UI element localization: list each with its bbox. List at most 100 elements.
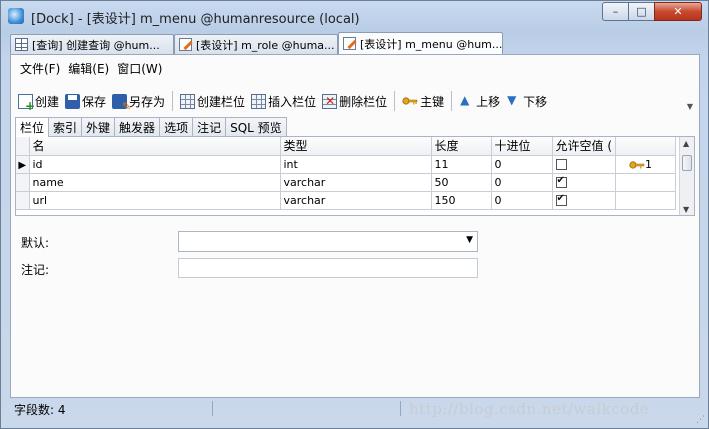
menu-file[interactable]: 文件(F) — [16, 58, 64, 80]
field-decimals-cell[interactable]: 0 — [491, 191, 553, 210]
default-label: 默认: — [21, 236, 50, 250]
insert-field-button[interactable]: 插入栏位 — [248, 91, 319, 112]
table-row[interactable]: name varchar 50 0 — [16, 173, 676, 192]
field-name-cell[interactable]: name — [29, 173, 281, 192]
save-label: 保存 — [82, 94, 107, 109]
allow-null-checkbox[interactable] — [555, 193, 567, 206]
allow-null-checkbox[interactable] — [555, 159, 567, 170]
doc-tab-m-menu[interactable]: [表设计] m_menu @hum... — [338, 32, 503, 54]
field-type-cell[interactable]: varchar — [280, 173, 432, 192]
comment-label: 注记: — [21, 263, 50, 277]
primary-key-button[interactable]: 主键 — [399, 91, 447, 112]
allow-null-cell[interactable] — [552, 191, 616, 210]
arrow-up-icon — [459, 93, 474, 109]
app-logo-icon — [8, 8, 24, 24]
save-as-icon — [112, 93, 131, 113]
key-cell[interactable] — [615, 173, 676, 192]
doc-tab-m-role[interactable]: [表设计] m_role @huma... — [174, 34, 338, 54]
grid-icon — [15, 38, 28, 51]
tab-foreign-keys[interactable]: 外键 — [81, 117, 116, 136]
tab-indexes[interactable]: 索引 — [48, 117, 83, 136]
toolbar: 创建 保存 另存为 创建栏位 插入栏位 删除栏位 — [15, 88, 697, 114]
chevron-down-icon[interactable]: ▼ — [466, 235, 473, 245]
toolbar-overflow-icon[interactable]: ▼ — [687, 102, 693, 111]
menu-window[interactable]: 窗口(W) — [113, 58, 166, 80]
current-row-indicator: ▶ — [16, 155, 30, 174]
field-type-cell[interactable]: varchar — [280, 191, 432, 210]
tab-comment[interactable]: 注记 — [192, 117, 227, 136]
minimize-button[interactable]: – — [602, 2, 629, 21]
key-cell[interactable] — [615, 191, 676, 210]
scroll-thumb[interactable] — [682, 155, 692, 171]
window-title: [Dock] - [表设计] m_menu @humanresource (lo… — [31, 12, 360, 27]
maximize-button[interactable]: □ — [628, 2, 655, 21]
tab-triggers[interactable]: 触发器 — [114, 117, 161, 136]
move-up-button[interactable]: 上移 — [456, 91, 503, 112]
field-length-cell[interactable]: 150 — [431, 191, 492, 210]
watermark: http://blog.csdn.net/walkcode — [409, 400, 650, 418]
save-as-button[interactable]: 另存为 — [109, 91, 168, 113]
toolbar-separator — [172, 91, 174, 111]
field-name-cell[interactable]: id — [29, 155, 281, 174]
tab-fields[interactable]: 栏位 — [15, 117, 50, 137]
close-button[interactable]: ✕ — [654, 2, 702, 21]
insert-field-icon — [251, 93, 267, 109]
save-button[interactable]: 保存 — [62, 91, 109, 112]
column-header-type[interactable]: 类型 — [280, 137, 432, 156]
column-header-decimals[interactable]: 十进位 — [491, 137, 553, 156]
delete-field-label: 删除栏位 — [339, 94, 388, 109]
delete-field-icon — [322, 93, 338, 109]
row-indicator — [16, 191, 30, 210]
add-field-icon — [180, 93, 196, 109]
move-down-button[interactable]: 下移 — [503, 91, 550, 112]
tab-options[interactable]: 选项 — [159, 117, 194, 136]
status-divider — [212, 401, 213, 416]
key-cell[interactable]: 1 — [615, 155, 676, 174]
default-select[interactable]: ▼ — [178, 231, 478, 252]
table-row[interactable]: url varchar 150 0 — [16, 191, 676, 210]
create-button[interactable]: 创建 — [15, 91, 62, 113]
document-tabs: [查询] 创建查询 @hum... [表设计] m_role @huma... … — [10, 32, 700, 54]
row-header-corner — [16, 137, 30, 156]
column-header-length[interactable]: 长度 — [431, 137, 492, 156]
scroll-up-icon[interactable]: ▲ — [683, 139, 689, 148]
field-name-cell[interactable]: url — [29, 191, 281, 210]
move-down-label: 下移 — [523, 94, 548, 109]
column-header-key[interactable] — [615, 137, 676, 156]
menu-bar: 文件(F) 编辑(E) 窗口(W) — [11, 58, 166, 80]
resize-grip-icon[interactable]: ⋰ — [696, 415, 705, 425]
menu-edit[interactable]: 编辑(E) — [64, 58, 113, 80]
create-label: 创建 — [35, 94, 60, 109]
add-field-button[interactable]: 创建栏位 — [177, 91, 248, 112]
key-icon — [402, 97, 418, 105]
doc-tab-query[interactable]: [查询] 创建查询 @hum... — [10, 34, 174, 54]
field-type-cell[interactable]: int — [280, 155, 432, 174]
grid-vertical-scrollbar[interactable]: ▲ ▼ — [679, 137, 694, 215]
primary-key-icon — [629, 160, 645, 169]
primary-key-label: 主键 — [420, 94, 445, 109]
table-design-icon — [343, 37, 356, 50]
field-decimals-cell[interactable]: 0 — [491, 173, 553, 192]
scroll-down-icon[interactable]: ▼ — [683, 205, 689, 214]
app-window: [Dock] - [表设计] m_menu @humanresource (lo… — [0, 0, 709, 429]
table-row[interactable]: ▶ id int 11 0 1 — [16, 155, 676, 174]
row-indicator — [16, 173, 30, 192]
title-bar: [Dock] - [表设计] m_menu @humanresource (lo… — [1, 1, 708, 31]
field-length-cell[interactable]: 11 — [431, 155, 492, 174]
field-decimals-cell[interactable]: 0 — [491, 155, 553, 174]
column-header-name[interactable]: 名 — [29, 137, 281, 156]
delete-field-button[interactable]: 删除栏位 — [319, 91, 390, 112]
allow-null-cell[interactable] — [552, 173, 616, 192]
new-document-icon — [18, 93, 35, 113]
key-order: 1 — [645, 157, 652, 171]
table-design-icon — [179, 38, 192, 51]
tab-sql-preview[interactable]: SQL 预览 — [225, 117, 287, 136]
allow-null-cell[interactable] — [552, 155, 616, 174]
fields-grid: 名 类型 长度 十进位 允许空值 ( ▶ id int 11 0 1 name … — [15, 136, 695, 216]
column-header-allow-null[interactable]: 允许空值 ( — [552, 137, 616, 156]
field-length-cell[interactable]: 50 — [431, 173, 492, 192]
move-up-label: 上移 — [476, 94, 501, 109]
allow-null-checkbox[interactable] — [555, 175, 567, 188]
comment-input[interactable] — [178, 258, 478, 278]
doc-tab-label: [表设计] m_role @huma... — [196, 38, 335, 52]
